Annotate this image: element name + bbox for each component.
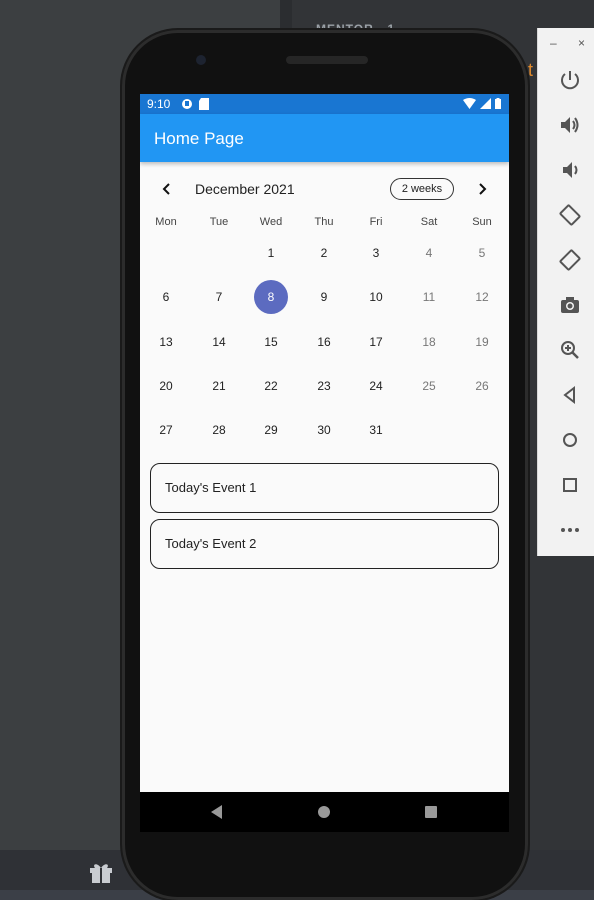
- calendar-day[interactable]: 7: [193, 280, 245, 314]
- weekday-label: Thu: [314, 216, 334, 228]
- status-time: 9:10: [147, 97, 171, 111]
- calendar-day[interactable]: 21: [193, 369, 245, 403]
- calendar-day[interactable]: 16: [298, 325, 350, 359]
- weekday-label: Wed: [259, 216, 283, 228]
- emulator-panel: – ×: [537, 28, 594, 556]
- power-icon[interactable]: [558, 68, 582, 92]
- ide-orange-text: t: [528, 60, 534, 80]
- month-title: December 2021: [195, 181, 295, 197]
- calendar-day[interactable]: 31: [350, 413, 402, 447]
- calendar-day[interactable]: 1: [245, 236, 297, 270]
- calendar-day[interactable]: 24: [350, 369, 402, 403]
- calendar-day[interactable]: 26: [456, 369, 508, 403]
- phone-screen: 9:10 Home Page December 2021 2 weeks Mon…: [140, 94, 509, 832]
- back-icon[interactable]: [558, 383, 582, 407]
- volume-down-icon[interactable]: [558, 158, 582, 182]
- status-bar: 9:10: [140, 94, 509, 114]
- calendar-day[interactable]: 2: [298, 236, 350, 270]
- phone-camera: [196, 55, 206, 65]
- calendar-day[interactable]: 4: [403, 236, 455, 270]
- rotate-left-icon[interactable]: [558, 203, 582, 227]
- overview-icon[interactable]: [425, 806, 437, 818]
- event-title: Today's Event 1: [165, 480, 257, 495]
- home-icon[interactable]: [318, 806, 330, 818]
- event-title: Today's Event 2: [165, 536, 257, 551]
- gift-icon[interactable]: [88, 860, 114, 884]
- calendar-day[interactable]: 23: [298, 369, 350, 403]
- calendar-day[interactable]: 10: [350, 280, 402, 314]
- event-card[interactable]: Today's Event 1: [150, 463, 499, 513]
- chevron-left-icon[interactable]: [160, 182, 174, 196]
- chevron-right-icon[interactable]: [475, 182, 489, 196]
- home-icon[interactable]: [558, 428, 582, 452]
- calendar-day[interactable]: 25: [403, 369, 455, 403]
- notification-icon: [182, 99, 192, 109]
- calendar-day[interactable]: 19: [456, 325, 508, 359]
- calendar-day[interactable]: 27: [140, 413, 192, 447]
- back-icon[interactable]: [211, 805, 222, 819]
- close-button[interactable]: ×: [578, 36, 585, 50]
- android-nav-bar: [140, 792, 509, 832]
- weekday-label: Sun: [472, 216, 492, 228]
- zoom-icon[interactable]: [558, 338, 582, 362]
- calendar-day[interactable]: 30: [298, 413, 350, 447]
- calendar-day[interactable]: 20: [140, 369, 192, 403]
- calendar-day[interactable]: 15: [245, 325, 297, 359]
- calendar-day[interactable]: 22: [245, 369, 297, 403]
- overview-icon[interactable]: [558, 473, 582, 497]
- calendar-day[interactable]: 3: [350, 236, 402, 270]
- calendar-day[interactable]: 5: [456, 236, 508, 270]
- phone-speaker: [286, 56, 368, 64]
- minimize-button[interactable]: –: [550, 36, 557, 50]
- wifi-icon: [463, 98, 476, 109]
- event-card[interactable]: Today's Event 2: [150, 519, 499, 569]
- weekday-label: Fri: [369, 216, 383, 228]
- calendar-day[interactable]: 12: [456, 280, 508, 314]
- weekday-label: Tue: [209, 216, 229, 228]
- weekday-label: Mon: [155, 216, 177, 228]
- format-toggle-button[interactable]: 2 weeks: [390, 178, 454, 200]
- signal-icon: [480, 98, 491, 109]
- calendar-day[interactable]: 6: [140, 280, 192, 314]
- calendar-header: December 2021 2 weeks: [140, 176, 509, 204]
- calendar-day[interactable]: 28: [193, 413, 245, 447]
- calendar-day[interactable]: 13: [140, 325, 192, 359]
- rotate-right-icon[interactable]: [558, 248, 582, 272]
- calendar-day[interactable]: 17: [350, 325, 402, 359]
- calendar-day[interactable]: 9: [298, 280, 350, 314]
- calendar-day[interactable]: 18: [403, 325, 455, 359]
- volume-up-icon[interactable]: [558, 113, 582, 137]
- calendar-day-selected[interactable]: 8: [245, 280, 297, 314]
- app-bar: Home Page: [140, 114, 509, 162]
- calendar-day[interactable]: 14: [193, 325, 245, 359]
- calendar-day[interactable]: 11: [403, 280, 455, 314]
- more-icon[interactable]: [558, 518, 582, 542]
- page-title: Home Page: [154, 129, 244, 148]
- calendar-day[interactable]: 29: [245, 413, 297, 447]
- battery-icon: [495, 98, 501, 109]
- camera-icon[interactable]: [558, 293, 582, 317]
- sd-card-icon: [199, 98, 209, 110]
- weekday-label: Sat: [420, 216, 438, 228]
